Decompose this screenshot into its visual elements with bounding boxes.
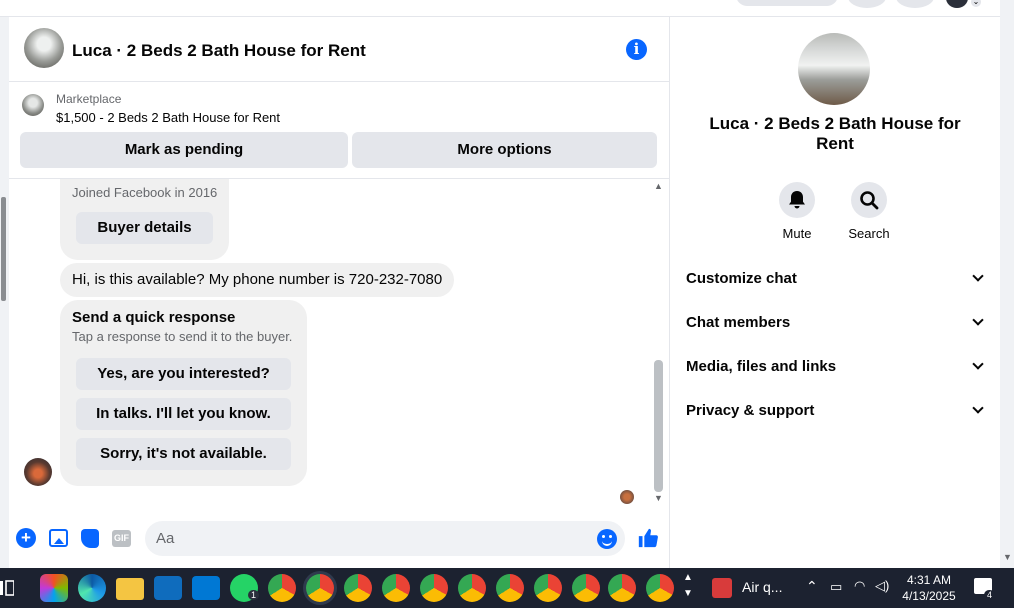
media-files-links-section[interactable]: Media, files and links [686,352,986,382]
chat-header: Luca · 2 Beds 2 Bath House for Rent i [9,17,670,82]
wifi-icon[interactable]: ◠ [854,578,865,594]
task-view-icon[interactable] [0,580,14,596]
copilot-icon[interactable] [40,574,68,602]
top-menu-button[interactable] [848,0,886,8]
left-scrollbar[interactable] [0,17,9,568]
file-explorer-icon[interactable] [116,578,144,600]
air-quality-icon[interactable] [712,578,732,598]
weather-widget-label[interactable]: Air q... [742,579,782,595]
chrome-profile-4-icon[interactable] [382,574,410,602]
seen-indicator-avatar [620,490,634,504]
chat-members-label: Chat members [686,314,791,331]
chrome-profile-8-icon[interactable] [534,574,562,602]
clock-date: 4/13/2025 [902,589,956,603]
quick-reply-not-available-button[interactable]: Sorry, it's not available. [76,438,291,470]
chat-details-pane: Luca · 2 Beds 2 Bath House for Rent Mute… [670,17,1000,568]
quick-response-title: Send a quick response [72,309,236,326]
more-options-button[interactable]: More options [352,132,657,168]
info-icon[interactable]: i [626,39,647,60]
chrome-profile-1-icon[interactable] [268,574,296,602]
mark-as-pending-button[interactable]: Mark as pending [20,132,348,168]
chrome-profile-5-icon[interactable] [420,574,448,602]
customize-chat-label: Customize chat [686,270,797,287]
taskbar-overflow-arrows-icon[interactable]: ▲ ▼ [683,570,693,602]
details-avatar[interactable] [798,33,870,105]
page-top-bar: ⌄ [0,0,1000,17]
search-label: Search [848,226,890,241]
sender-avatar[interactable] [24,458,52,486]
chrome-profile-11-icon[interactable] [646,574,674,602]
thumbs-up-icon[interactable] [637,526,659,550]
chrome-profile-10-icon[interactable] [608,574,636,602]
quick-reply-in-talks-button[interactable]: In talks. I'll let you know. [76,398,291,430]
left-scrollbar-thumb[interactable] [1,197,6,301]
scroll-up-arrow-icon[interactable]: ▲ [654,181,663,191]
message-list[interactable]: Joined Facebook in 2016 Buyer details Hi… [9,179,670,512]
chevron-down-icon [972,270,984,282]
incoming-message: Hi, is this available? My phone number i… [60,263,455,297]
buyer-info-card: Joined Facebook in 2016 Buyer details [60,179,229,260]
joined-facebook-text: Joined Facebook in 2016 [72,185,218,200]
bell-icon [779,182,815,218]
notification-count-badge: 4 [984,590,996,600]
outlook-icon[interactable] [192,576,220,600]
chrome-profile-3-icon[interactable] [344,574,372,602]
chrome-profile-2-icon[interactable] [306,574,334,602]
sticker-icon[interactable] [81,529,99,548]
scroll-down-arrow-icon[interactable]: ▼ [1003,552,1012,562]
listing-source: Marketplace [56,92,122,106]
listing-thumbnail[interactable] [22,94,44,116]
message-input[interactable] [145,521,625,556]
volume-icon[interactable]: ◁) [875,578,889,594]
chevron-down-icon [972,402,984,414]
mute-label: Mute [782,226,812,241]
chat-title[interactable]: Luca · 2 Beds 2 Bath House for Rent [72,41,366,61]
scroll-down-arrow-icon[interactable]: ▼ [654,493,663,503]
marketplace-listing-banner: Marketplace $1,500 - 2 Beds 2 Bath House… [9,82,670,179]
details-title: Luca · 2 Beds 2 Bath House for Rent [709,114,961,153]
chrome-profile-6-icon[interactable] [458,574,486,602]
customize-chat-section[interactable]: Customize chat [686,264,986,294]
quick-response-subtitle: Tap a response to send it to the buyer. [72,329,293,344]
emoji-icon[interactable] [597,529,617,549]
message-composer: + GIF [9,517,670,561]
chevron-down-icon [972,358,984,370]
chrome-profile-9-icon[interactable] [572,574,600,602]
battery-icon[interactable]: ▭ [830,579,842,595]
privacy-support-label: Privacy & support [686,402,815,419]
page-scrollbar[interactable]: ▼ [1000,0,1014,568]
quick-response-card: Send a quick response Tap a response to … [60,300,307,486]
buyer-details-button[interactable]: Buyer details [76,212,213,244]
photo-icon[interactable] [49,529,68,547]
chat-avatar[interactable] [24,28,64,68]
chevron-down-icon [972,314,984,326]
gif-icon[interactable]: GIF [112,530,131,547]
privacy-support-section[interactable]: Privacy & support [686,396,986,426]
microsoft-store-icon[interactable] [154,576,182,600]
plus-icon[interactable]: + [16,528,36,548]
chat-members-section[interactable]: Chat members [686,308,986,338]
media-files-links-label: Media, files and links [686,358,837,375]
chevron-up-icon[interactable]: ⌃ [806,578,818,595]
chevron-down-icon[interactable]: ⌄ [970,0,982,8]
windows-taskbar: 1 ▲ ▼ Air q... ⌃ ▭ ◠ ◁) 4:31 AM 4/13/2025… [0,568,1014,608]
whatsapp-badge: 1 [248,590,260,600]
edge-icon[interactable] [78,574,106,602]
search-icon [851,182,887,218]
quick-reply-interested-button[interactable]: Yes, are you interested? [76,358,291,390]
top-search-pill[interactable] [736,0,838,6]
clock-time: 4:31 AM [906,573,952,587]
message-scrollbar-thumb[interactable] [654,360,663,492]
chrome-profile-7-icon[interactable] [496,574,524,602]
mute-button[interactable]: Mute [767,182,827,241]
taskbar-clock[interactable]: 4:31 AM 4/13/2025 [896,572,962,604]
search-button[interactable]: Search [839,182,899,241]
chat-panel: Luca · 2 Beds 2 Bath House for Rent i Ma… [9,17,670,568]
top-notifications-button[interactable] [896,0,934,8]
listing-title[interactable]: $1,500 - 2 Beds 2 Bath House for Rent [56,110,280,125]
account-avatar[interactable] [946,0,968,8]
